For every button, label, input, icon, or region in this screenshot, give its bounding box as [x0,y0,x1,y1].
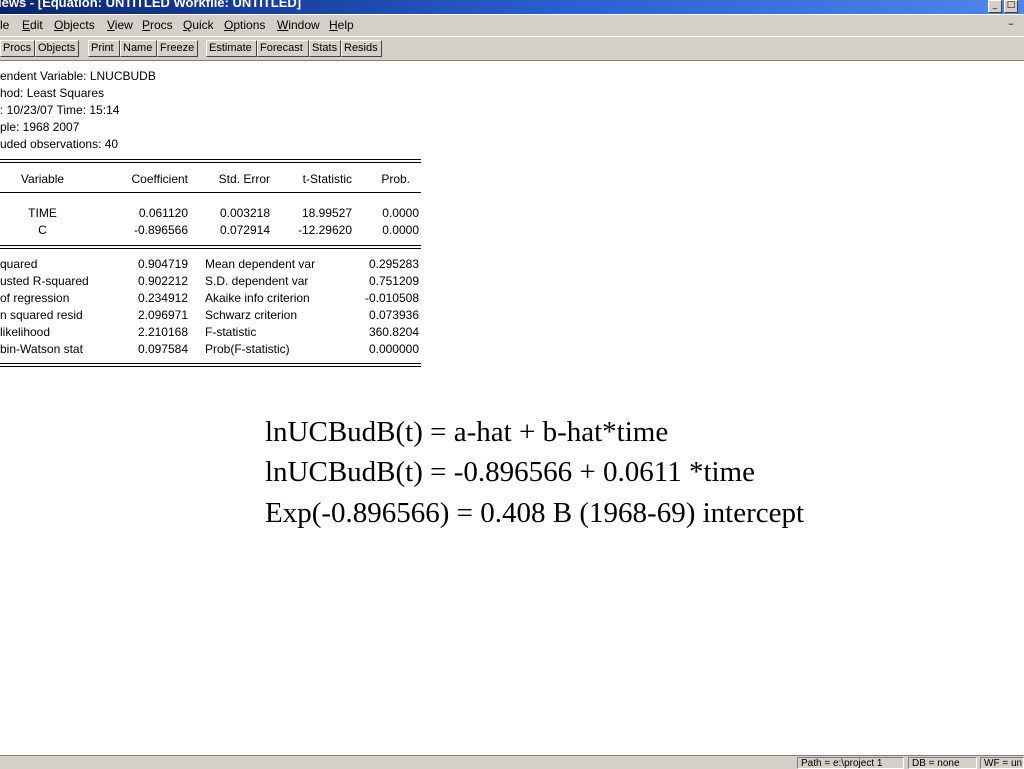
table-bottom-rule [0,363,421,364]
stat-value-log-likelihood: 2.210168 [137,325,188,339]
equation-toolbar: Procs Objects Print Name Freeze Estimate… [0,37,1024,61]
menu-edit[interactable]: Edit [22,18,43,32]
header-rule [0,192,421,193]
stat-value-f-statistic: 360.8204 [368,325,419,339]
status-database: DB = none [908,757,977,769]
stat-value-ssr: 2.096971 [137,308,188,322]
stat-label-r-squared: quared [0,257,38,271]
stat-value-sd-dep: 0.751209 [368,274,419,288]
name-button[interactable]: Name [120,40,157,57]
stat-value-adj-r-squared: 0.902212 [137,274,188,288]
menu-help[interactable]: Help [329,18,354,32]
coef-row-c-tstat: -12.29620 [297,223,352,237]
status-path: Path = e:\project 1 [797,757,904,769]
coef-row-time-variable: TIME [28,206,57,220]
stat-value-r-squared: 0.904719 [137,257,188,271]
stat-value-schwarz: 0.073936 [368,308,419,322]
menu-view[interactable]: View [107,18,133,32]
menu-quick[interactable]: Quick [183,18,214,32]
estimation-output: endent Variable: LNUCBUDB hod: Least Squ… [0,61,1024,755]
stat-label-adj-r-squared: usted R-squared [0,274,89,288]
mid-rule-2 [0,248,421,249]
forecast-button[interactable]: Forecast [257,40,309,57]
stat-label-log-likelihood: likelihood [0,325,51,339]
table-top-rule-2 [0,162,421,163]
stat-label-prob-f: Prob(F-statistic) [205,342,290,356]
stat-label-sd-dep: S.D. dependent var [205,274,309,288]
status-workfile: WF = un [980,757,1024,769]
print-button[interactable]: Print [88,40,120,57]
coef-row-c-stderr: 0.072914 [219,223,270,237]
menu-window[interactable]: Window [277,18,320,32]
dependent-variable-line: endent Variable: LNUCBUDB [0,69,156,83]
procs-button[interactable]: Procs [0,40,35,57]
minimize-button[interactable]: _ [988,0,1002,13]
estimate-button[interactable]: Estimate [206,40,257,57]
method-line: hod: Least Squares [0,86,105,100]
stat-label-akaike: Akaike info criterion [205,291,310,305]
resids-button[interactable]: Resids [341,40,382,57]
model-equation-estimated: lnUCBudB(t) = -0.896566 + 0.0611 *time [265,456,755,488]
stat-label-durbin-watson: bin-Watson stat [0,342,83,356]
menu-file[interactable]: le [0,18,9,32]
coef-row-time-coef: 0.061120 [138,206,188,220]
menu-procs[interactable]: Procs [142,18,173,32]
objects-button[interactable]: Objects [35,40,79,57]
table-top-rule [0,159,421,160]
column-header-coefficient: Coefficient [131,172,188,186]
coef-row-time-stderr: 0.003218 [219,206,270,220]
coef-row-c-prob: 0.0000 [382,223,419,237]
menu-bar: le Edit Objects View Procs Quick Options… [0,15,1024,37]
column-header-std-error: Std. Error [218,172,270,186]
column-header-prob: Prob. [381,172,410,186]
stat-label-mean-dep: Mean dependent var [205,257,316,271]
stat-label-se-regression: of regression [0,291,70,305]
menu-objects[interactable]: Objects [54,18,95,32]
status-bar: Path = e:\project 1 DB = none WF = un [0,755,1024,769]
window-title: iews - [Equation: UNTITLED Workfile: UNT… [0,0,302,10]
coef-row-c-variable: C [38,223,47,237]
intercept-interpretation: Exp(-0.896566) = 0.408 B (1968-69) inter… [265,497,805,529]
stat-value-akaike: -0.010508 [364,291,419,305]
column-header-t-statistic: t-Statistic [302,172,352,186]
freeze-button[interactable]: Freeze [157,40,198,57]
stats-button[interactable]: Stats [309,40,341,57]
table-bottom-rule-2 [0,366,421,367]
stat-value-se-regression: 0.234912 [137,291,188,305]
stat-value-prob-f: 0.000000 [368,342,419,356]
stat-label-ssr: n squared resid [0,308,83,322]
maximize-button[interactable]: □ [1004,0,1018,13]
stat-value-durbin-watson: 0.097584 [137,342,188,356]
menu-options[interactable]: Options [224,18,265,32]
stat-label-schwarz: Schwarz criterion [205,308,298,322]
coef-row-c-coef: -0.896566 [133,223,188,237]
date-time-line: : 10/23/07 Time: 15:14 [0,103,120,117]
coef-row-time-tstat: 18.99527 [301,206,352,220]
stat-value-mean-dep: 0.295283 [368,257,419,271]
coef-row-time-prob: 0.0000 [382,206,419,220]
stat-label-f-statistic: F-statistic [205,325,257,339]
mid-rule [0,245,421,246]
sample-line: ple: 1968 2007 [0,120,80,134]
title-bar: iews - [Equation: UNTITLED Workfile: UNT… [0,0,1024,14]
model-equation-general: lnUCBudB(t) = a-hat + b-hat*time [265,416,669,448]
child-minimize-button[interactable]: – [1003,18,1019,32]
column-header-variable: Variable [20,172,65,186]
observations-line: uded observations: 40 [0,137,119,151]
